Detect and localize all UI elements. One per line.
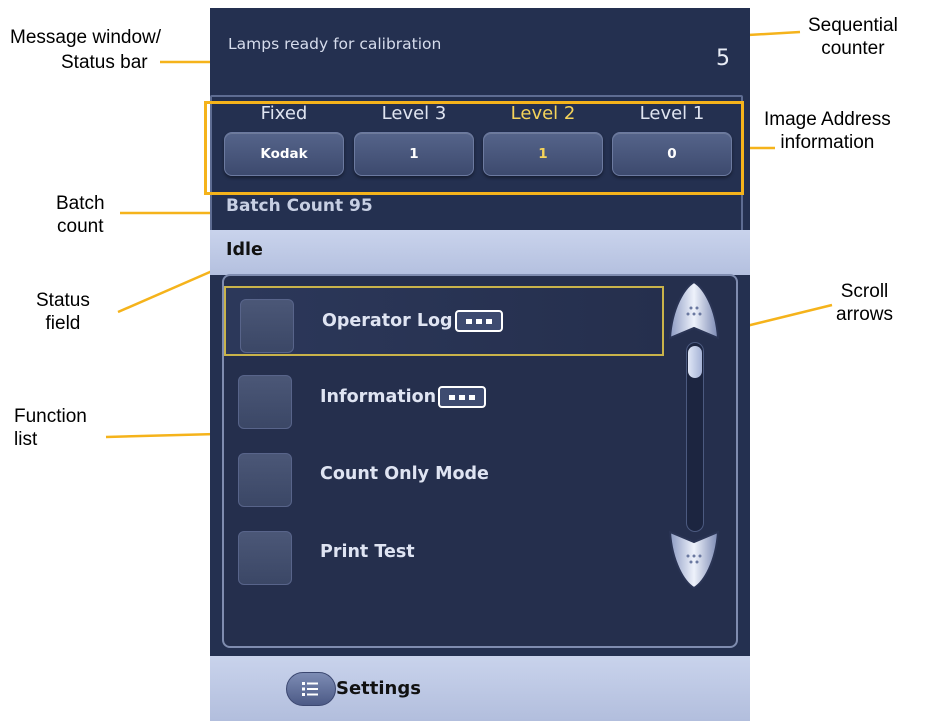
function-label: Count Only Mode bbox=[320, 464, 489, 484]
function-checkbox[interactable] bbox=[238, 375, 292, 429]
settings-list-icon bbox=[302, 682, 318, 696]
scrollbar-thumb[interactable] bbox=[688, 346, 702, 378]
function-item-operator-log[interactable]: Operator Log bbox=[224, 286, 664, 356]
callout-image-address: Image Address information bbox=[764, 109, 891, 153]
function-label: Operator Log bbox=[322, 311, 453, 331]
function-item-information[interactable]: Information bbox=[224, 364, 664, 434]
callout-batch-count: Batch count bbox=[56, 193, 105, 237]
callout-status-field: Status field bbox=[36, 290, 90, 334]
status-field: Idle bbox=[226, 240, 263, 260]
callout-message-window: Message window/ bbox=[10, 27, 162, 48]
image-address-highlight bbox=[204, 101, 744, 195]
callout-function-list: Function list bbox=[14, 406, 87, 450]
more-options-icon[interactable] bbox=[438, 386, 487, 408]
callout-sequential-counter: Sequential counter bbox=[808, 15, 898, 59]
function-label: Information bbox=[320, 387, 437, 407]
function-item-print-test[interactable]: Print Test bbox=[224, 520, 664, 590]
status-field-bar: Idle bbox=[210, 230, 750, 275]
callout-scroll-arrows: Scroll arrows bbox=[836, 281, 894, 325]
function-item-count-only-mode[interactable]: Count Only Mode bbox=[224, 442, 664, 512]
settings-label[interactable]: Settings bbox=[336, 678, 421, 699]
scroll-up-arrow-icon[interactable] bbox=[666, 278, 722, 346]
batch-count: Batch Count 95 bbox=[226, 196, 373, 216]
bottom-bar: Settings bbox=[210, 656, 750, 721]
function-list: Operator Log Information Count Only Mode… bbox=[222, 274, 738, 648]
function-checkbox[interactable] bbox=[238, 531, 292, 585]
scroll-down-arrow-icon[interactable] bbox=[666, 524, 722, 592]
callout-status-bar: Status bar bbox=[61, 52, 148, 73]
status-bar-message: Lamps ready for calibration bbox=[228, 35, 442, 53]
function-checkbox[interactable] bbox=[238, 453, 292, 507]
function-checkbox[interactable] bbox=[240, 299, 294, 353]
sequential-counter: 5 bbox=[716, 46, 730, 71]
more-options-icon[interactable] bbox=[454, 310, 503, 332]
function-label: Print Test bbox=[320, 542, 415, 562]
settings-button[interactable] bbox=[286, 672, 336, 706]
